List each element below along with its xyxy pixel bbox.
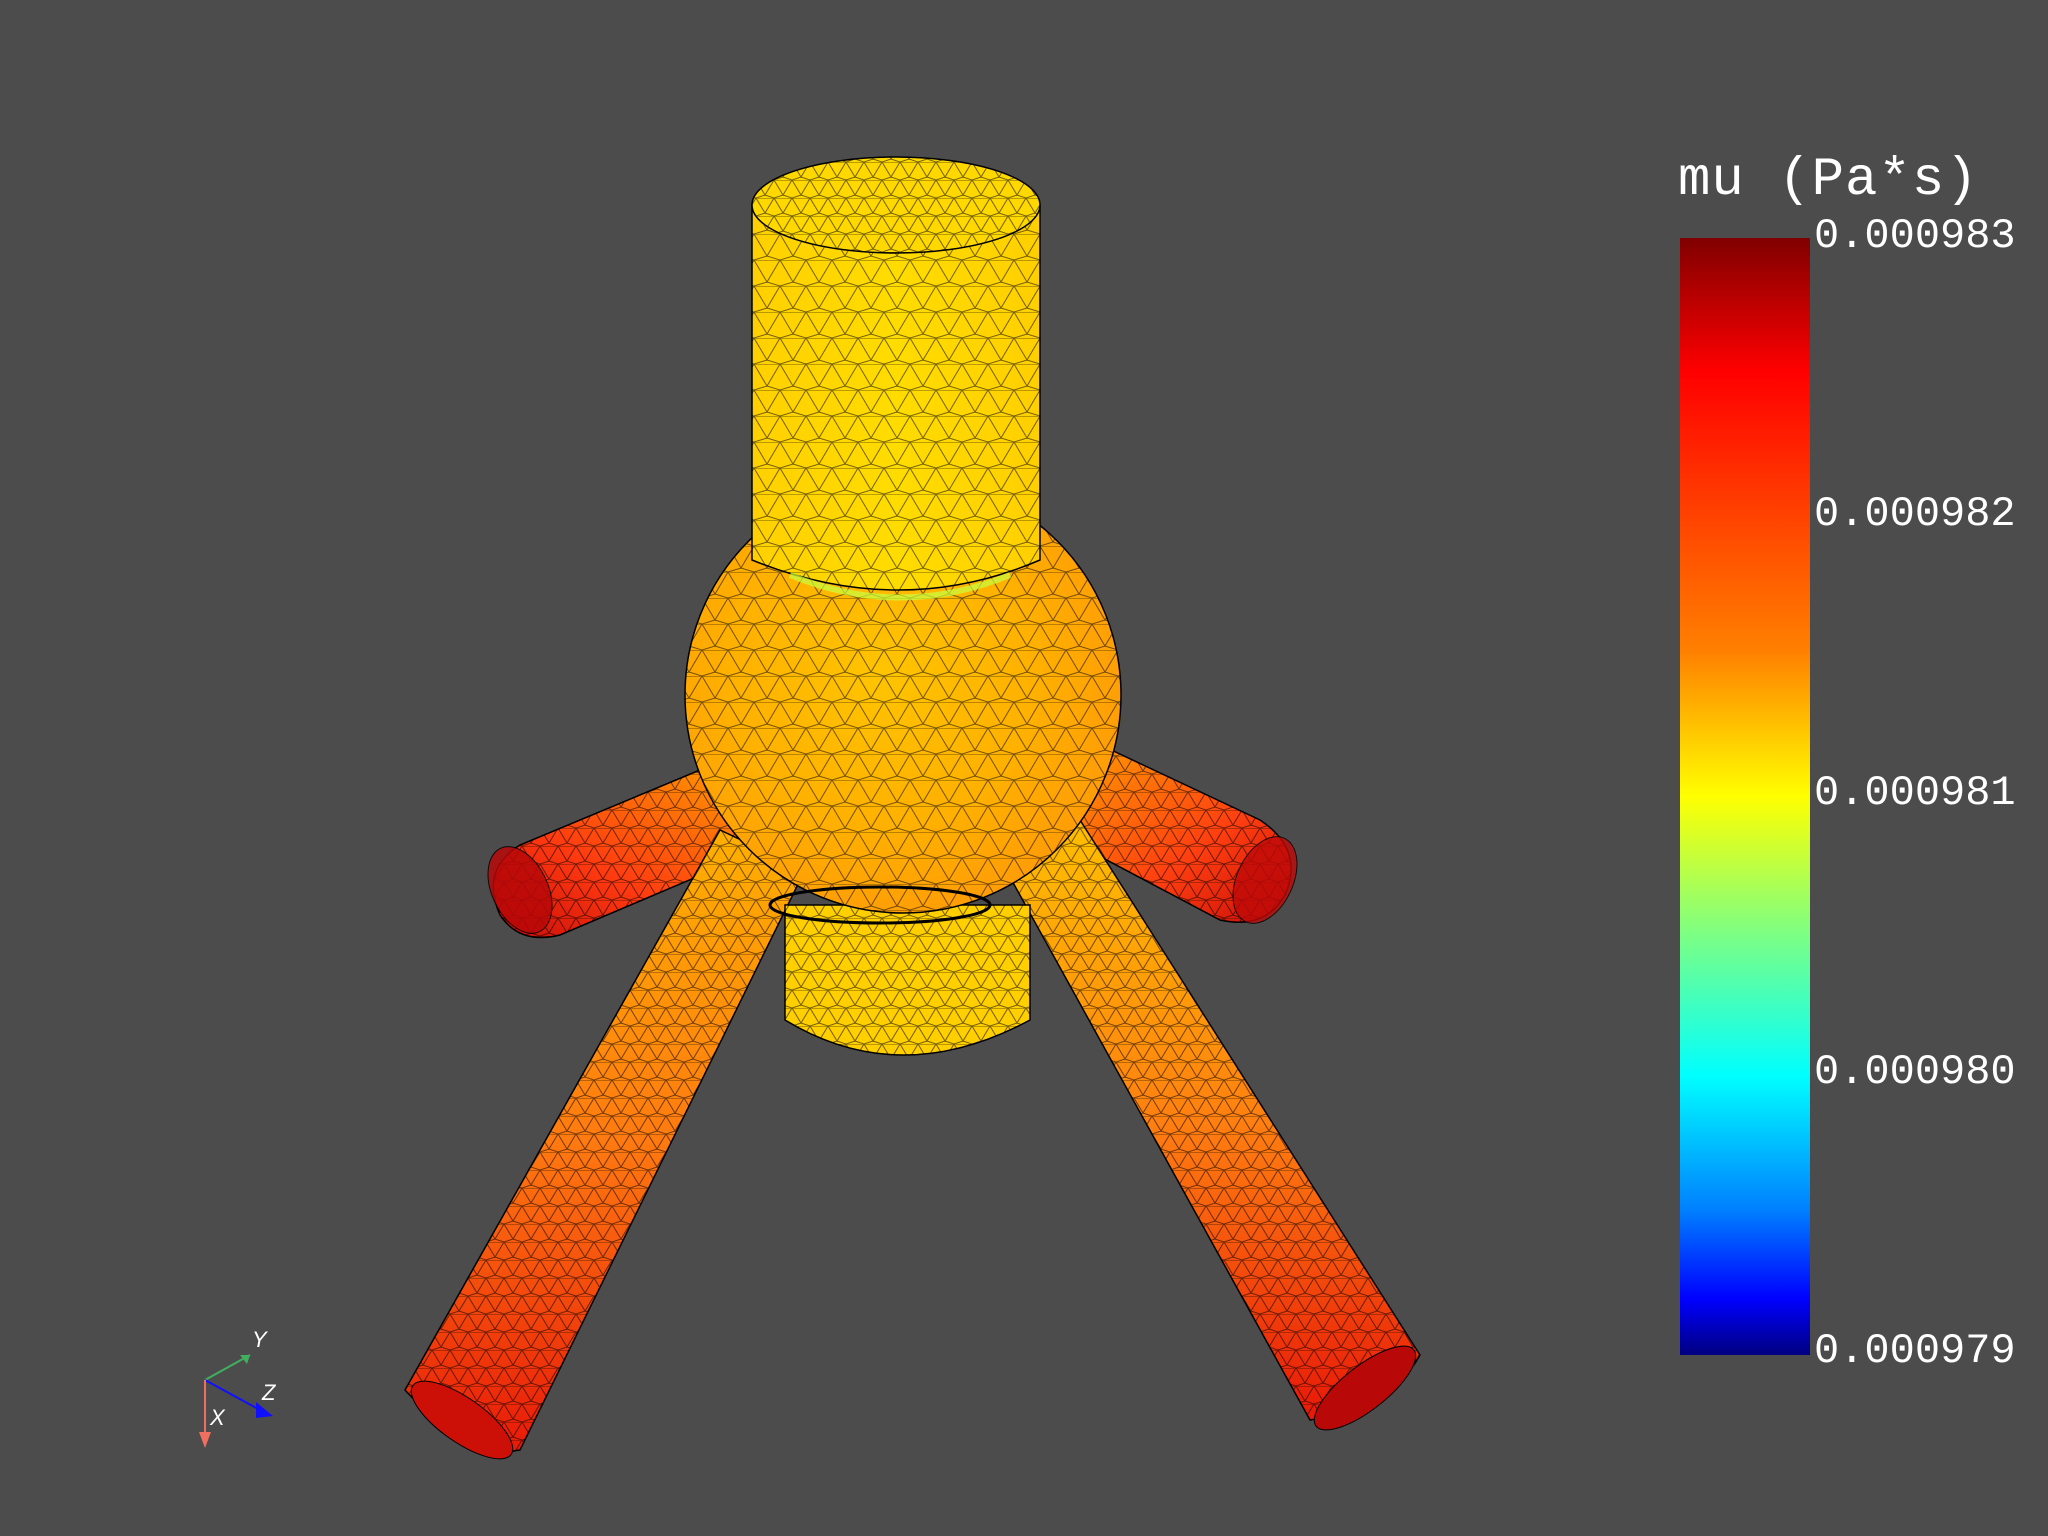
left-leg-branch [404,829,807,1460]
y-axis-label: Y [252,1327,268,1352]
colorbar-tick-label: 0.000981 [1814,769,2016,817]
colorbar-gradient [1680,238,1810,1355]
bottom-cylinder [784,904,1031,1056]
colorbar-title: mu (Pa*s) [1678,150,1979,211]
colorbar-tick-label: 0.000979 [1814,1327,2016,1375]
x-axis-label: X [209,1405,226,1430]
z-axis-label: Z [261,1380,277,1405]
x-axis-arrow [199,1432,211,1448]
colorbar-tick-label: 0.000983 [1814,212,2016,260]
colorbar-tick-label: 0.000982 [1814,490,2016,538]
top-cylinder [751,156,1041,601]
colorbar-tick-label: 0.000980 [1814,1048,2016,1096]
render-viewport[interactable]: Y Z X mu (Pa*s) 0.000983 0.000982 0.0009… [0,0,2048,1536]
orientation-axes-widget: Y Z X [199,1327,277,1448]
